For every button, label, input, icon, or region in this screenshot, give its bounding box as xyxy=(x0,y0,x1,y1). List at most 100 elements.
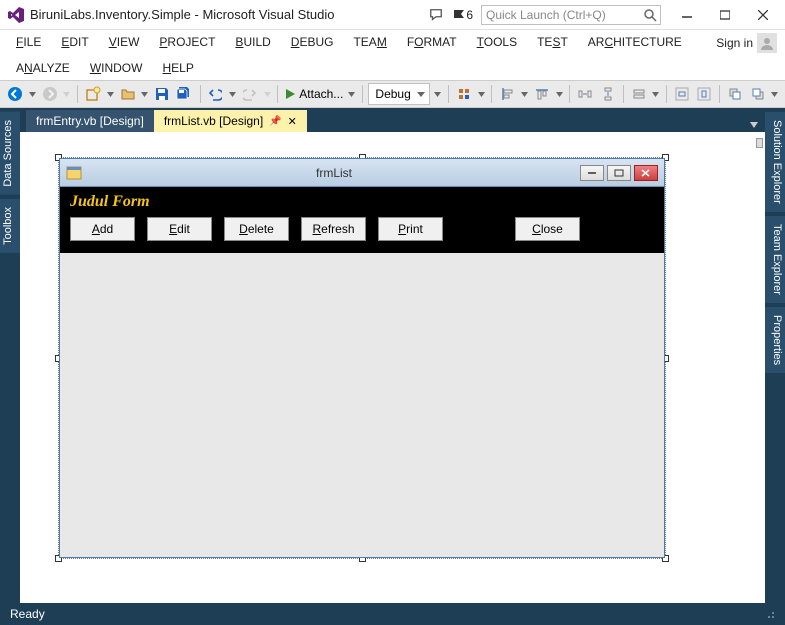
form-designer[interactable]: frmList Judul Form Add Edit xyxy=(20,132,765,603)
menu-tools[interactable]: TOOLS xyxy=(467,33,527,51)
start-attach-button[interactable]: Attach... xyxy=(284,87,343,101)
nav-back-dropdown[interactable] xyxy=(28,92,36,97)
menu-view[interactable]: VIEW xyxy=(99,33,150,51)
form-buttons-row: Add Edit Delete Refresh Print Close xyxy=(70,217,654,241)
open-file-dropdown[interactable] xyxy=(141,92,149,97)
hspace-button[interactable] xyxy=(576,83,594,105)
form-maximize-button[interactable] xyxy=(607,165,631,181)
data-sources-tab[interactable]: Data Sources xyxy=(0,112,20,195)
menu-team[interactable]: TEAM xyxy=(343,33,396,51)
form-minimize-button[interactable] xyxy=(580,165,604,181)
team-explorer-tab[interactable]: Team Explorer xyxy=(765,216,785,303)
tab-close-icon[interactable]: ✕ xyxy=(288,115,297,128)
nav-forward-button[interactable] xyxy=(41,83,59,105)
minimize-button[interactable] xyxy=(673,3,701,27)
form-icon xyxy=(66,165,82,181)
form-close-button[interactable] xyxy=(634,165,658,181)
design-form-window[interactable]: frmList Judul Form Add Edit xyxy=(59,158,665,558)
delete-button[interactable]: Delete xyxy=(224,217,289,241)
menu-debug[interactable]: DEBUG xyxy=(281,33,344,51)
align-grid-dropdown[interactable] xyxy=(477,92,485,97)
tab-frmlist[interactable]: frmList.vb [Design] 📌 ✕ xyxy=(154,110,307,132)
send-back-button[interactable] xyxy=(749,83,767,105)
center-horiz-button[interactable] xyxy=(673,83,691,105)
left-panel-strip: Data Sources Toolbox xyxy=(0,108,20,603)
avatar-icon[interactable] xyxy=(757,33,777,53)
quick-launch-input[interactable]: Quick Launch (Ctrl+Q) xyxy=(481,5,661,25)
titlebar: BiruniLabs.Inventory.Simple - Microsoft … xyxy=(0,0,785,30)
right-panel-strip: Solution Explorer Team Explorer Properti… xyxy=(765,108,785,603)
menu-format[interactable]: FORMAT xyxy=(397,33,467,51)
align-top-button[interactable] xyxy=(533,83,551,105)
size-width-button[interactable] xyxy=(630,83,648,105)
close-button[interactable] xyxy=(749,3,777,27)
tab-overflow-dropdown[interactable] xyxy=(749,122,759,128)
menu-edit[interactable]: EDIT xyxy=(51,33,98,51)
window-control-buttons xyxy=(673,3,777,27)
new-project-dropdown[interactable] xyxy=(106,92,114,97)
center-vert-button[interactable] xyxy=(695,83,713,105)
body-area: Data Sources Toolbox frmEntry.vb [Design… xyxy=(0,108,785,603)
bring-front-button[interactable] xyxy=(726,83,744,105)
menu-test[interactable]: TEST xyxy=(527,33,578,51)
toolbox-tab[interactable]: Toolbox xyxy=(0,199,20,253)
nav-back-button[interactable] xyxy=(6,83,24,105)
form-selection-rect: frmList Judul Form Add Edit xyxy=(58,157,666,559)
undo-button[interactable] xyxy=(206,83,224,105)
edit-button[interactable]: Edit xyxy=(147,217,212,241)
form-title: frmList xyxy=(88,166,580,180)
statusbar: Ready xyxy=(0,603,785,625)
menu-build[interactable]: BUILD xyxy=(225,33,280,51)
status-text: Ready xyxy=(10,607,45,621)
titlebar-right: 6 Quick Launch (Ctrl+Q) xyxy=(427,3,777,27)
nav-forward-dropdown[interactable] xyxy=(63,92,71,97)
refresh-button[interactable]: Refresh xyxy=(301,217,366,241)
resize-grip-icon[interactable] xyxy=(763,607,775,622)
save-all-button[interactable] xyxy=(175,83,193,105)
menu-analyze[interactable]: ANALYZE xyxy=(6,59,80,77)
redo-dropdown[interactable] xyxy=(263,92,271,97)
form-titlebar: frmList xyxy=(60,159,664,187)
vs-logo-icon xyxy=(8,7,24,23)
pin-icon[interactable]: 📌 xyxy=(269,116,281,127)
menu-project[interactable]: PROJECT xyxy=(149,33,225,51)
scroll-indicator-icon xyxy=(756,138,763,148)
align-grid-button[interactable] xyxy=(455,83,473,105)
feedback-icon[interactable] xyxy=(427,6,445,24)
tab-frmentry[interactable]: frmEntry.vb [Design] xyxy=(26,110,154,132)
center-area: frmEntry.vb [Design] frmList.vb [Design]… xyxy=(20,108,765,603)
document-tabs: frmEntry.vb [Design] frmList.vb [Design]… xyxy=(20,108,765,132)
start-dropdown[interactable] xyxy=(347,92,355,97)
form-header-panel[interactable]: Judul Form Add Edit Delete Refresh Print… xyxy=(60,187,664,253)
size-dropdown[interactable] xyxy=(652,92,660,97)
properties-tab[interactable]: Properties xyxy=(765,307,785,373)
menubar: FILEEDITVIEWPROJECTBUILDDEBUGTEAMFORMATT… xyxy=(0,30,698,54)
config-options[interactable] xyxy=(434,92,442,97)
window-title: BiruniLabs.Inventory.Simple - Microsoft … xyxy=(30,7,427,22)
add-button[interactable]: Add xyxy=(70,217,135,241)
solution-explorer-tab[interactable]: Solution Explorer xyxy=(765,112,785,212)
menubar-row2: ANALYZEWINDOWHELP xyxy=(0,56,785,80)
undo-dropdown[interactable] xyxy=(229,92,237,97)
vspace-button[interactable] xyxy=(598,83,616,105)
align-left-dropdown[interactable] xyxy=(521,92,529,97)
flag-icon xyxy=(453,9,465,21)
menu-architecture[interactable]: ARCHITECTURE xyxy=(578,33,692,51)
save-button[interactable] xyxy=(153,83,171,105)
menu-help[interactable]: HELP xyxy=(152,59,203,77)
print-button[interactable]: Print xyxy=(378,217,443,241)
search-icon xyxy=(643,8,657,22)
toolbar-overflow[interactable] xyxy=(771,92,779,97)
align-left-button[interactable] xyxy=(498,83,516,105)
align-top-dropdown[interactable] xyxy=(555,92,563,97)
open-file-button[interactable] xyxy=(118,83,136,105)
redo-button[interactable] xyxy=(241,83,259,105)
form-close-action-button[interactable]: Close xyxy=(515,217,580,241)
menu-file[interactable]: FILE xyxy=(6,33,51,51)
maximize-button[interactable] xyxy=(711,3,739,27)
menu-window[interactable]: WINDOW xyxy=(80,59,153,77)
new-project-button[interactable] xyxy=(84,83,102,105)
notifications-badge[interactable]: 6 xyxy=(453,8,473,22)
config-dropdown[interactable]: Debug xyxy=(368,83,429,105)
signin-link[interactable]: Sign in xyxy=(716,36,753,50)
